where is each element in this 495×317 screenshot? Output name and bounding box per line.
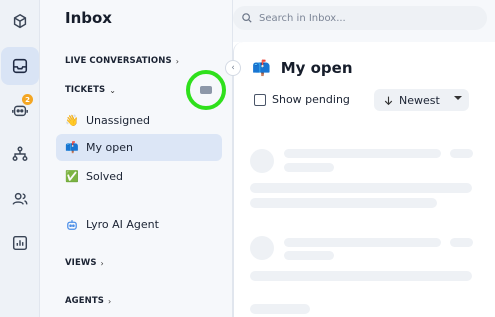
skeleton-line <box>250 271 472 281</box>
chevron-right-icon: › <box>175 56 180 66</box>
sidebar-item-unassigned[interactable]: 👋 Unassigned <box>56 107 222 134</box>
caret-down-icon <box>454 96 462 100</box>
rail-bot-button[interactable]: 2 <box>0 91 40 129</box>
section-label: LIVE CONVERSATIONS <box>65 56 172 66</box>
skeleton-line <box>450 238 473 247</box>
logo-icon[interactable] <box>0 3 40 41</box>
sidebar-item-solved[interactable]: ✅ Solved <box>56 163 222 190</box>
chevron-down-icon: ⌄ <box>109 85 117 95</box>
panel-title: 📫 My open <box>252 59 353 77</box>
section-views[interactable]: VIEWS › <box>65 258 104 268</box>
rail-analytics-button[interactable] <box>0 224 40 262</box>
skeleton-avatar <box>250 236 274 260</box>
collapse-sidebar-button[interactable]: ‹ <box>225 60 241 76</box>
section-live-conversations[interactable]: LIVE CONVERSATIONS › <box>65 56 179 66</box>
skeleton-line <box>250 183 472 193</box>
section-label: AGENTS <box>65 296 104 306</box>
bar-chart-icon <box>12 235 28 251</box>
rail-contacts-button[interactable] <box>0 180 40 218</box>
skeleton-line <box>284 163 334 172</box>
skeleton-line <box>284 251 334 260</box>
show-pending-toggle[interactable]: Show pending <box>254 93 350 106</box>
skeleton-line <box>284 238 441 247</box>
skeleton-line <box>250 198 437 208</box>
waving-hand-icon: 👋 <box>65 114 79 127</box>
rail-flows-button[interactable] <box>0 135 40 173</box>
arrow-down-icon <box>384 96 393 105</box>
ticket-icon <box>200 86 212 94</box>
users-icon <box>12 192 28 205</box>
search-input[interactable] <box>259 12 459 24</box>
sidebar-item-label: Lyro AI Agent <box>86 218 159 231</box>
section-label: TICKETS <box>65 85 106 95</box>
create-ticket-button[interactable] <box>186 70 226 110</box>
show-pending-label: Show pending <box>272 93 350 106</box>
sidebar-item-label: Solved <box>86 170 124 183</box>
chevron-right-icon: › <box>100 258 104 268</box>
section-label: VIEWS <box>65 258 97 268</box>
chevron-left-icon: ‹ <box>231 63 235 73</box>
skeleton-avatar <box>250 149 274 173</box>
sidebar-item-lyro[interactable]: Lyro AI Agent <box>56 211 222 238</box>
app-window: 2 Inbox LIVE CONVERSATIONS › TICKETS ⌄ 👋… <box>0 0 495 317</box>
section-tickets[interactable]: TICKETS ⌄ <box>65 85 116 95</box>
rail-inbox-button[interactable] <box>1 47 39 85</box>
sidebar-item-label: Unassigned <box>86 114 150 127</box>
notification-badge: 2 <box>22 94 33 105</box>
sort-dropdown[interactable]: Newest <box>374 89 469 111</box>
chevron-right-icon: › <box>108 296 112 306</box>
check-mark-icon: ✅ <box>65 170 79 183</box>
flow-tree-icon <box>12 146 28 162</box>
sort-label: Newest <box>399 93 440 107</box>
panel-title-text: My open <box>280 59 353 77</box>
sidebar-item-my-open[interactable]: 📫 My open <box>56 134 222 161</box>
search-icon <box>242 13 252 23</box>
lyro-bot-icon <box>65 218 79 232</box>
inbox-tray-icon <box>12 58 28 74</box>
icon-rail: 2 <box>0 0 40 317</box>
section-agents[interactable]: AGENTS › <box>65 296 111 306</box>
skeleton-line <box>284 149 441 158</box>
main-panel: 📫 My open Show pending Newest <box>233 42 495 317</box>
show-pending-checkbox[interactable] <box>254 93 266 106</box>
search-box[interactable] <box>233 6 487 30</box>
page-title: Inbox <box>65 9 112 27</box>
mailbox-icon: 📫 <box>65 141 79 154</box>
inbox-sidebar: Inbox LIVE CONVERSATIONS › TICKETS ⌄ 👋 U… <box>40 0 252 317</box>
mailbox-icon: 📫 <box>252 59 271 77</box>
skeleton-line <box>450 149 473 158</box>
sidebar-item-label: My open <box>86 141 133 154</box>
skeleton-line <box>250 304 310 314</box>
